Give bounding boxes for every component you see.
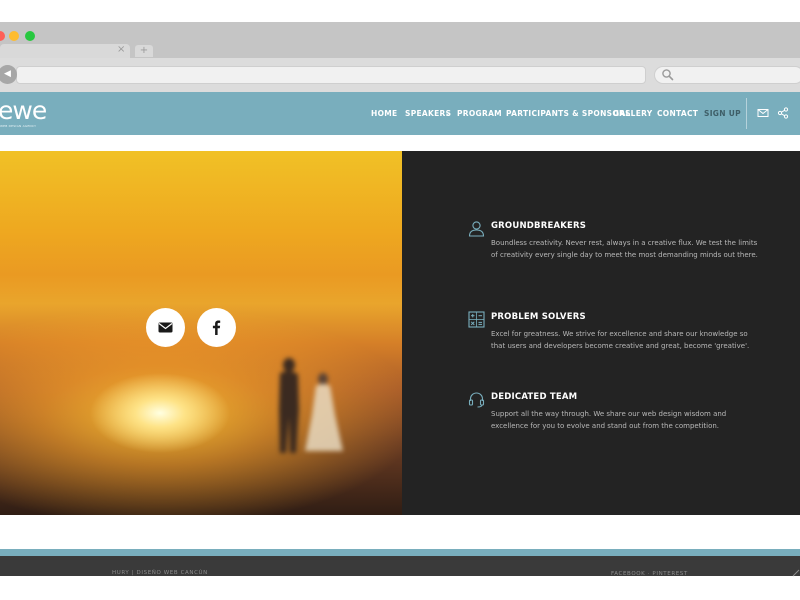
feature-description: Excel for greatness. We strive for excel… bbox=[491, 330, 750, 350]
share-icon[interactable] bbox=[777, 107, 789, 119]
couple-silhouette bbox=[279, 358, 343, 453]
footer-social-links[interactable]: FACEBOOK · PINTEREST bbox=[611, 571, 688, 577]
nav-contact[interactable]: CONTACT bbox=[657, 92, 698, 135]
feature-description: Support all the way through. We share ou… bbox=[491, 410, 727, 430]
browser-search-field[interactable] bbox=[654, 66, 800, 84]
logo-tagline: WEB DESIGN AGENCY bbox=[0, 124, 37, 128]
mail-icon[interactable] bbox=[757, 107, 769, 119]
calculator-icon bbox=[468, 311, 485, 328]
footer-credit: HURY | DISEÑO WEB CANCÚN bbox=[112, 570, 208, 576]
search-icon bbox=[662, 69, 674, 81]
feature-description: Boundless creativity. Never rest, always… bbox=[491, 239, 758, 259]
headset-icon bbox=[468, 392, 485, 408]
nav-home[interactable]: HOME bbox=[371, 92, 397, 135]
header-divider bbox=[746, 98, 747, 129]
facebook-share-button[interactable] bbox=[197, 308, 236, 347]
envelope-icon bbox=[158, 322, 173, 333]
email-share-button[interactable] bbox=[146, 308, 185, 347]
footer-accent-bar bbox=[0, 549, 800, 556]
feature-title: DEDICATED TEAM bbox=[491, 392, 578, 402]
feature-title: PROBLEM SOLVERS bbox=[491, 312, 586, 322]
new-tab-button[interactable]: + bbox=[135, 45, 153, 57]
nav-program[interactable]: PROGRAM bbox=[457, 92, 502, 135]
site-logo[interactable]: ewe bbox=[0, 96, 47, 125]
tab-close-icon[interactable]: × bbox=[117, 44, 125, 56]
window-minimize-button[interactable] bbox=[9, 31, 19, 41]
nav-gallery[interactable]: GALLERY bbox=[613, 92, 653, 135]
browser-tab[interactable] bbox=[0, 44, 130, 58]
user-icon bbox=[468, 221, 485, 237]
facebook-icon bbox=[212, 320, 221, 335]
chevron-down-icon: ⌄ bbox=[445, 110, 451, 117]
feature-title: GROUNDBREAKERS bbox=[491, 221, 587, 231]
nav-sign-up[interactable]: SIGN UP bbox=[704, 92, 741, 135]
address-bar[interactable] bbox=[16, 66, 646, 84]
window-maximize-button[interactable] bbox=[25, 31, 35, 41]
corner-arrow-icon bbox=[792, 569, 800, 577]
